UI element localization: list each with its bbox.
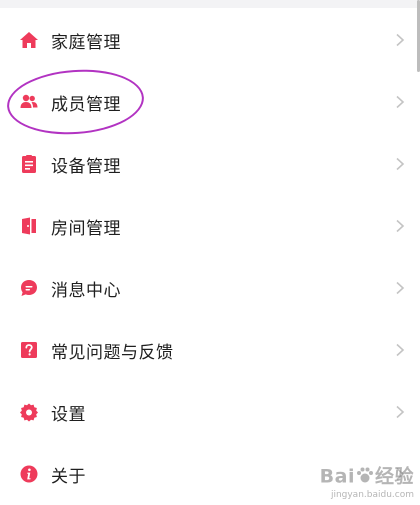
menu-item-member-management[interactable]: 成员管理 xyxy=(0,71,420,133)
gear-icon xyxy=(19,402,39,422)
chevron-right-icon xyxy=(394,95,406,109)
menu-item-label: 设置 xyxy=(51,404,86,425)
chevron-right-icon xyxy=(394,343,406,357)
menu-item-faq-feedback[interactable]: 常见问题与反馈 xyxy=(0,319,420,381)
menu-item-label: 关于 xyxy=(51,466,86,487)
door-icon xyxy=(19,216,39,236)
chevron-right-icon xyxy=(394,281,406,295)
menu-item-label: 房间管理 xyxy=(51,218,121,239)
watermark-brand-suffix: 经验 xyxy=(374,465,414,488)
chevron-right-icon xyxy=(394,405,406,419)
chevron-right-icon xyxy=(394,219,406,233)
question-icon xyxy=(19,340,39,360)
menu-item-label: 家庭管理 xyxy=(51,32,121,53)
top-strip xyxy=(0,0,420,8)
paw-icon xyxy=(355,465,375,489)
menu-item-label: 常见问题与反馈 xyxy=(51,342,174,363)
menu-item-settings[interactable]: 设置 xyxy=(0,381,420,443)
menu-item-room-management[interactable]: 房间管理 xyxy=(0,195,420,257)
members-icon xyxy=(19,92,39,112)
device-list-icon xyxy=(19,154,39,174)
menu-item-device-management[interactable]: 设备管理 xyxy=(0,133,420,195)
menu-item-family-management[interactable]: 家庭管理 xyxy=(0,9,420,71)
info-icon xyxy=(19,464,39,484)
menu-item-message-center[interactable]: 消息中心 xyxy=(0,257,420,319)
watermark-site: jingyan.baidu.com xyxy=(330,490,414,500)
home-icon xyxy=(19,30,39,50)
watermark: Bai 经验 jingyan.baidu.com xyxy=(320,465,414,500)
chevron-right-icon xyxy=(394,157,406,171)
chevron-right-icon xyxy=(394,33,406,47)
watermark-logo: Bai 经验 xyxy=(320,465,414,489)
message-icon xyxy=(19,278,39,298)
menu-item-label: 消息中心 xyxy=(51,280,121,301)
menu-item-label: 设备管理 xyxy=(51,156,121,177)
watermark-brand: Bai xyxy=(319,465,355,488)
menu-item-label: 成员管理 xyxy=(51,94,121,115)
menu-list: 家庭管理 成员管理 设备管理 房间管理 消息中心 常见问题与反馈 设置 关于 xyxy=(0,9,420,505)
